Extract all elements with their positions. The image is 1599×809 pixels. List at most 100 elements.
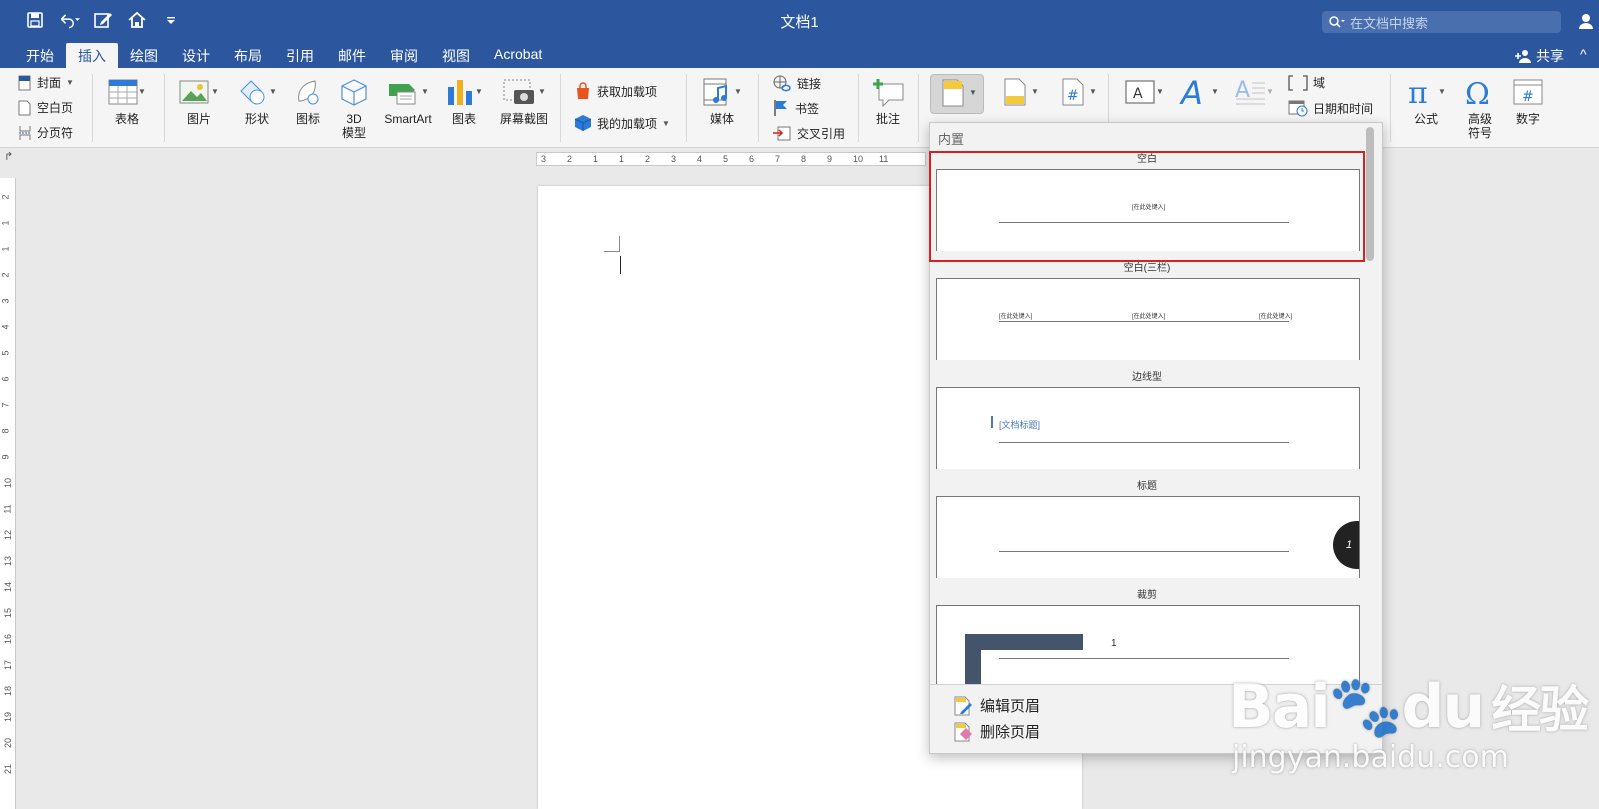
picture-icon	[179, 80, 209, 104]
remove-header-button[interactable]: 删除页眉	[952, 721, 1040, 742]
cross-reference-label: 交叉引用	[797, 126, 846, 141]
chart-button[interactable]: ▼ 图表	[442, 74, 486, 126]
account-icon[interactable]	[1578, 12, 1596, 35]
smartart-label: SmartArt	[384, 112, 432, 126]
page-break-button[interactable]: 分页符	[18, 124, 73, 141]
vertical-ruler[interactable]: 2 1 1 2 3 4 5 6 7 8 9 10 11 12 13 14 15 16 17 18 19 20 21	[0, 178, 16, 809]
bookmark-button[interactable]: 书签	[772, 99, 819, 117]
advanced-symbol-label-2: 符号	[1467, 126, 1492, 140]
number-button[interactable]: # 数字	[1508, 74, 1548, 126]
screenshot-button[interactable]: ▼ 屏幕截图	[494, 74, 554, 126]
svg-text:#: #	[1067, 88, 1079, 104]
get-addins-button[interactable]: 获取加载项	[574, 82, 657, 100]
header-line	[999, 442, 1289, 443]
ruler-mark: 3	[671, 154, 677, 164]
my-addins-button[interactable]: 我的加载项 ▼	[574, 114, 670, 132]
tab-stop-selector-icon[interactable]: ↱	[4, 150, 13, 163]
cross-reference-button[interactable]: 交叉引用	[772, 124, 845, 142]
ruler-mark: 13	[3, 555, 14, 567]
ruler-mark: 2	[0, 194, 11, 200]
tab-home[interactable]: 开始	[14, 43, 66, 68]
tab-design[interactable]: 设计	[170, 43, 222, 68]
3d-models-label-2: 模型	[341, 126, 366, 140]
page-number-icon: #	[1062, 78, 1084, 106]
media-button[interactable]: ▼ 媒体	[700, 74, 744, 126]
page-number-button[interactable]: # ▼	[1052, 74, 1102, 112]
link-button[interactable]: 链接	[772, 74, 821, 92]
footer-button[interactable]: ▼	[994, 74, 1044, 112]
3d-models-button[interactable]: 3D 模型	[338, 74, 370, 140]
ruler-mark: 1	[619, 154, 625, 164]
smartart-icon	[389, 84, 416, 105]
drop-cap-button[interactable]: A ▼	[1230, 74, 1278, 112]
date-time-button[interactable]: 日期和时间	[1288, 99, 1373, 117]
ruler-mark: 19	[3, 711, 14, 723]
footer-icon	[1004, 78, 1026, 106]
equation-button[interactable]: π ▼ 公式	[1400, 74, 1452, 126]
tab-insert[interactable]: 插入	[66, 43, 118, 68]
shapes-button[interactable]: ▼ 形状	[234, 74, 280, 126]
ruler-mark: 8	[801, 154, 807, 164]
ruler-mark: 10	[853, 154, 864, 164]
smartart-button[interactable]: ▼ SmartArt	[380, 74, 436, 126]
placeholder-text-right: [在此处键入]	[1259, 314, 1293, 320]
drop-cap-icon: A	[1235, 78, 1266, 105]
gallery-item-title[interactable]: 标题 1	[930, 478, 1364, 578]
collapse-ribbon-chevron-icon[interactable]: ^	[1580, 46, 1587, 62]
tab-mailings[interactable]: 邮件	[326, 43, 378, 68]
tab-view[interactable]: 视图	[430, 43, 482, 68]
share-button[interactable]: 共享	[1514, 46, 1564, 66]
tab-draw[interactable]: 绘图	[118, 43, 170, 68]
icons-button[interactable]: 图标	[292, 74, 324, 126]
cover-page-icon	[18, 75, 31, 90]
edit-header-label: 编辑页眉	[980, 698, 1041, 715]
ruler-mark: 11	[879, 154, 889, 164]
gallery-item-crop[interactable]: 裁剪 1	[930, 587, 1364, 684]
page-break-label: 分页符	[37, 126, 74, 140]
placeholder-text-center: [在此处键入]	[1132, 314, 1166, 320]
cover-page-button[interactable]: 封面 ▼	[18, 74, 74, 91]
blank-page-button[interactable]: 空白页	[18, 99, 73, 116]
horizontal-ruler[interactable]: 3 2 1 1 2 3 4 5 6 7 8 9 10 11	[536, 152, 926, 166]
gallery-item-sideline[interactable]: 边线型 [文档标题]	[930, 369, 1364, 469]
blank-page-label: 空白页	[37, 101, 74, 115]
equation-label: 公式	[1413, 112, 1438, 126]
link-label: 链接	[797, 76, 822, 91]
gallery-item-blank-three-column[interactable]: 空白(三栏) [在此处键入] [在此处键入] [在此处键入]	[930, 260, 1364, 360]
table-button[interactable]: ▼ 表格	[104, 74, 150, 126]
placeholder-text-left: [在此处键入]	[999, 314, 1033, 320]
text-box-icon: A	[1125, 80, 1155, 104]
ruler-mark: 11	[2, 504, 13, 514]
get-addins-label: 获取加载项	[597, 84, 658, 99]
media-label: 媒体	[709, 112, 734, 126]
gallery-scrollbar[interactable]	[1366, 127, 1374, 261]
text-box-button[interactable]: A ▼	[1120, 74, 1168, 112]
comment-button[interactable]: 批注	[868, 74, 908, 126]
tab-acrobat[interactable]: Acrobat	[482, 43, 554, 68]
gallery-footer: 编辑页眉 删除页眉	[930, 684, 1382, 754]
svg-text:π: π	[1408, 76, 1428, 108]
advanced-symbol-button[interactable]: Ω 高级 符号	[1460, 74, 1500, 140]
group-separator	[686, 74, 687, 142]
tab-layout[interactable]: 布局	[222, 43, 274, 68]
icons-insert-icon	[298, 80, 319, 105]
tab-review[interactable]: 审阅	[378, 43, 430, 68]
number-icon: #	[1513, 79, 1543, 105]
edit-header-button[interactable]: 编辑页眉	[952, 695, 1040, 716]
text-cursor	[620, 256, 621, 274]
field-button[interactable]: 域	[1288, 74, 1325, 91]
tab-references[interactable]: 引用	[274, 43, 326, 68]
search-input[interactable]: 在文档中搜索	[1322, 11, 1561, 33]
pictures-button[interactable]: ▼ 图片	[176, 74, 222, 126]
wordart-button[interactable]: A ▼	[1176, 74, 1222, 112]
search-placeholder: 在文档中搜索	[1350, 15, 1429, 31]
header-button[interactable]: ▼	[930, 74, 984, 114]
gallery-item-label: 空白(三栏)	[1123, 263, 1171, 274]
remove-header-icon	[954, 722, 972, 741]
ruler-mark: 9	[0, 454, 11, 460]
cover-page-label: 封面	[37, 76, 62, 90]
ruler-mark: 10	[3, 477, 14, 489]
ruler-mark: 7	[0, 402, 11, 408]
ruler-mark: 4	[697, 154, 703, 164]
ruler-mark: 20	[3, 737, 14, 749]
